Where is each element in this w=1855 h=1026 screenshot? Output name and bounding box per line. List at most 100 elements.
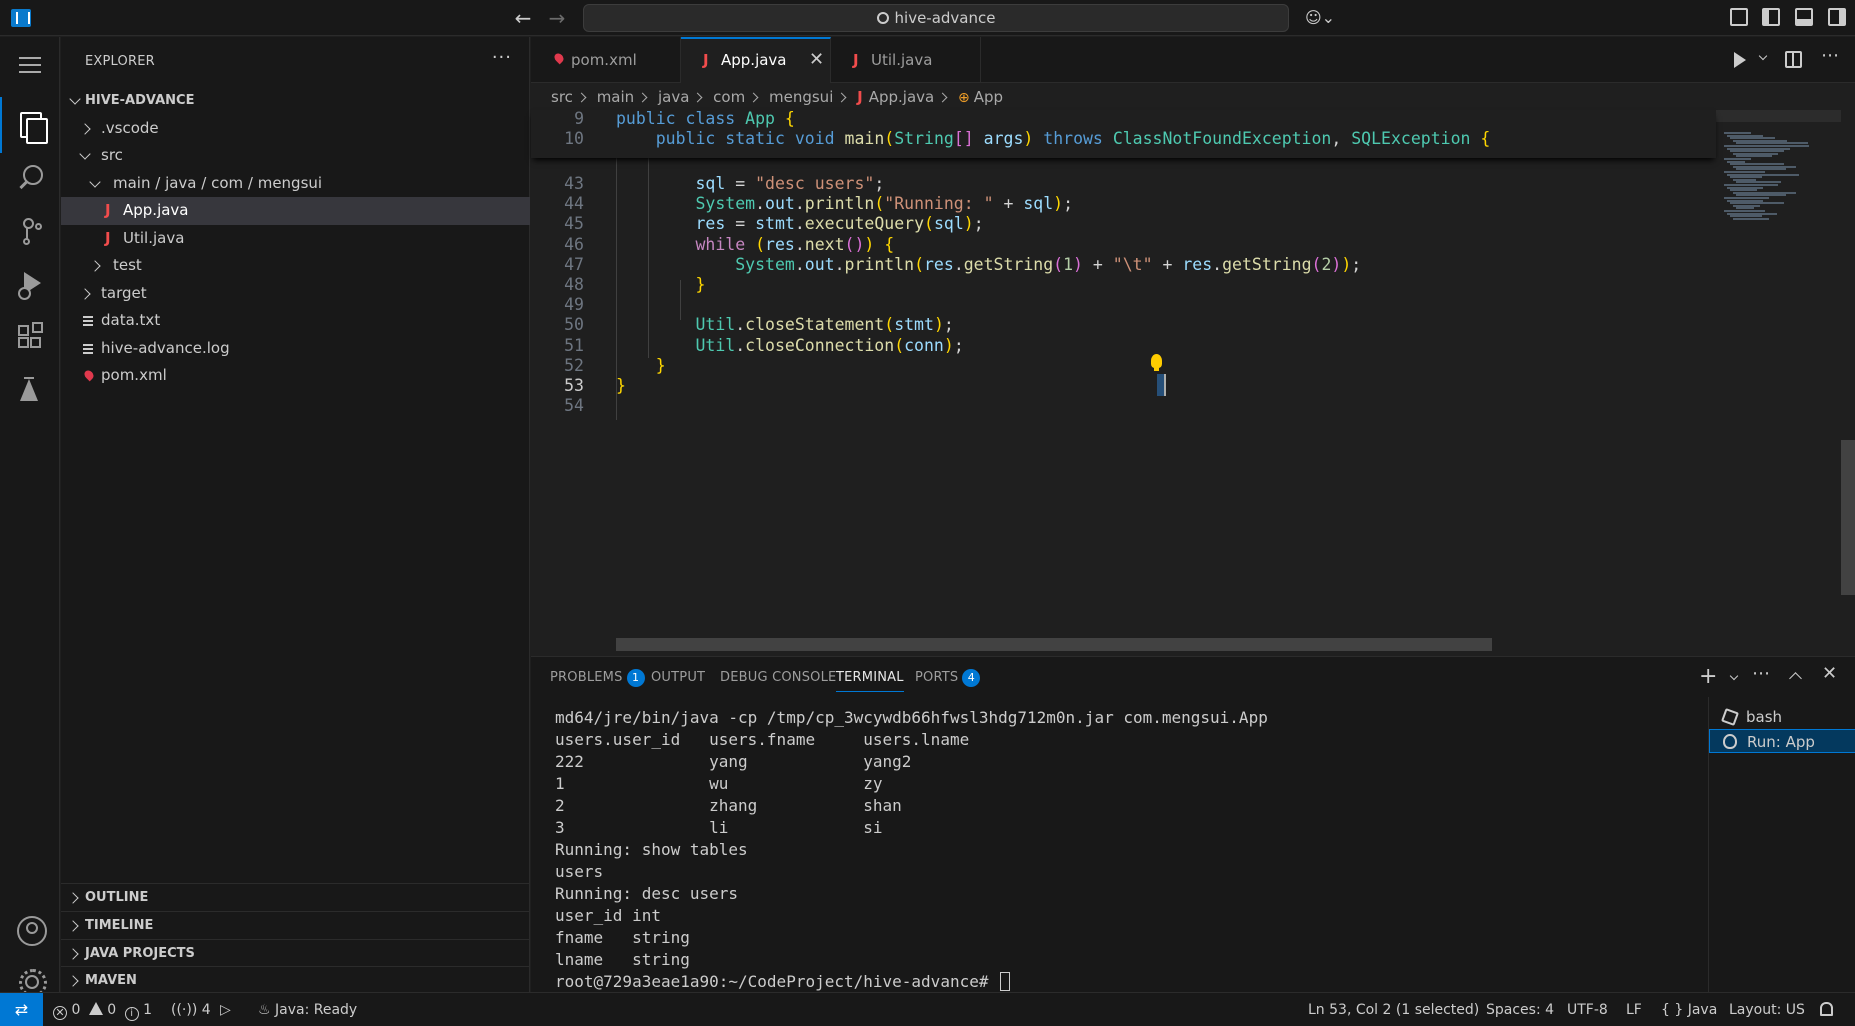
minimap-slider[interactable] <box>1716 110 1841 122</box>
extensions-icon <box>15 322 45 352</box>
lightbulb-icon[interactable] <box>1151 354 1162 371</box>
tab-terminal[interactable]: TERMINAL <box>836 668 904 692</box>
xml-icon <box>82 368 96 382</box>
line-ending[interactable]: LF <box>1626 993 1642 1026</box>
problems-status[interactable]: ✕ 0 0 i 1 <box>53 993 152 1026</box>
outline-section[interactable]: OUTLINE <box>61 883 530 911</box>
indent-guide <box>648 158 649 358</box>
search-icon <box>876 12 889 24</box>
tab-debug-console[interactable]: DEBUG CONSOLE <box>720 668 836 692</box>
more-actions-icon[interactable]: ⋯ <box>1821 45 1839 66</box>
back-arrow-icon[interactable]: ← <box>509 4 537 32</box>
chevron-down-icon[interactable] <box>1758 51 1768 61</box>
tree-item-hive-advance-log[interactable]: hive-advance.log <box>61 335 530 363</box>
indentation[interactable]: Spaces: 4 <box>1486 993 1554 1026</box>
text-file-icon <box>83 316 93 326</box>
error-icon: ✕ <box>53 1006 67 1020</box>
debug-status[interactable]: ▷ <box>220 993 231 1026</box>
language-mode[interactable]: { } Java <box>1661 993 1717 1026</box>
terminal-line: users <box>555 862 604 881</box>
sidebar-header: EXPLORER ··· <box>61 37 530 87</box>
timeline-section[interactable]: TIMELINE <box>61 911 530 939</box>
encoding[interactable]: UTF-8 <box>1567 993 1608 1026</box>
close-icon[interactable]: ✕ <box>809 39 824 81</box>
chevron-up-icon[interactable] <box>1789 672 1802 685</box>
keyboard-layout[interactable]: Layout: US <box>1729 993 1805 1026</box>
tree-item-main-java-com-mengsui[interactable]: main / java / com / mengsui <box>61 170 530 198</box>
tree-item-vscode[interactable]: .vscode <box>61 115 530 143</box>
maven-section[interactable]: MAVEN <box>61 966 530 994</box>
vertical-scrollbar-thumb[interactable] <box>1841 440 1855 595</box>
close-icon[interactable]: ✕ <box>1822 663 1837 684</box>
tree-item-src[interactable]: src <box>61 142 530 170</box>
customize-layout-icon[interactable] <box>1730 8 1748 26</box>
menu-button[interactable] <box>0 37 60 93</box>
tab-ports[interactable]: PORTS 4 <box>915 668 981 692</box>
minimap-line <box>1733 217 1769 220</box>
tab-util-java[interactable]: J Util.java <box>831 37 981 83</box>
testing-button[interactable] <box>0 362 60 418</box>
more-actions-icon[interactable]: ⋯ <box>1752 663 1770 684</box>
more-actions-icon[interactable]: ··· <box>492 47 512 68</box>
code-editor[interactable]: 9 public class App {10 public static void… <box>531 109 1716 685</box>
braces-icon: { } <box>1661 1002 1684 1018</box>
terminal-item-run-app[interactable]: Run: App <box>1709 729 1855 753</box>
toggle-panel-icon[interactable] <box>1795 8 1813 26</box>
explorer-button[interactable] <box>0 97 60 153</box>
tab-pom-xml[interactable]: pom.xml <box>531 37 681 83</box>
bell-icon[interactable] <box>1820 1002 1833 1016</box>
chevron-down-icon <box>89 175 101 188</box>
terminal-line: md64/jre/bin/java -cp /tmp/cp_3wcywdb66h… <box>555 708 1268 727</box>
bash-icon <box>1721 708 1739 726</box>
tree-item-label: target <box>101 283 147 302</box>
section-label: OUTLINE <box>85 890 149 905</box>
new-terminal-icon[interactable]: + <box>1699 664 1717 689</box>
command-center-label: hive-advance <box>894 9 996 27</box>
tree-item-pom-xml[interactable]: pom.xml <box>61 362 530 390</box>
tree-item-data-txt[interactable]: data.txt <box>61 307 530 335</box>
remote-indicator-icon[interactable]: ⇄ <box>0 993 43 1026</box>
run-debug-icon <box>15 269 45 300</box>
java-status[interactable]: ♨ Java: Ready <box>258 993 357 1026</box>
terminal-line: 2 zhang shan <box>555 796 902 815</box>
tree-item-label: .vscode <box>101 118 159 137</box>
forward-arrow-icon[interactable]: → <box>543 4 571 32</box>
tab-problems[interactable]: PROBLEMS 1 <box>550 668 645 692</box>
terminal-cursor <box>1000 972 1011 991</box>
tab-output[interactable]: OUTPUT <box>651 668 705 692</box>
search-button[interactable] <box>0 150 60 206</box>
source-control-button[interactable] <box>0 203 60 259</box>
xml-icon <box>552 51 566 65</box>
tab-label: App.java <box>721 51 787 69</box>
chevron-right-icon <box>79 122 91 135</box>
cursor-position[interactable]: Ln 53, Col 2 (1 selected) <box>1308 993 1479 1026</box>
split-editor-icon[interactable] <box>1785 51 1802 68</box>
chevron-right-icon <box>692 92 703 103</box>
tree-item-test[interactable]: test <box>61 252 530 280</box>
chevron-down-icon[interactable] <box>1729 671 1739 681</box>
tree-item-util-java[interactable]: J Util.java <box>61 225 530 253</box>
copilot-icon[interactable]: ☺⌄ <box>1305 6 1345 30</box>
java-projects-section[interactable]: JAVA PROJECTS <box>61 939 530 967</box>
vertical-scrollbar[interactable] <box>1841 110 1855 657</box>
run-icon[interactable] <box>1734 52 1746 68</box>
workspace-root[interactable]: HIVE-ADVANCE <box>61 87 530 115</box>
java-icon: J <box>105 201 111 219</box>
accounts-button[interactable] <box>0 901 60 957</box>
workspace-root-label: HIVE-ADVANCE <box>85 93 195 108</box>
command-center-search[interactable]: hive-advance <box>583 4 1289 32</box>
tab-app-java[interactable]: J App.java ✕ <box>681 37 831 83</box>
horizontal-scrollbar-thumb[interactable] <box>616 638 1492 651</box>
terminal-item-bash[interactable]: bash <box>1709 705 1855 729</box>
run-debug-button[interactable] <box>0 256 60 312</box>
tree-item-target[interactable]: target <box>61 280 530 308</box>
toggle-secondary-sidebar-icon[interactable] <box>1828 8 1846 26</box>
minimap[interactable] <box>1716 110 1841 657</box>
tree-item-app-java[interactable]: J App.java <box>61 197 530 225</box>
terminal-output[interactable]: md64/jre/bin/java -cp /tmp/cp_3wcywdb66h… <box>555 707 1695 991</box>
ports-status[interactable]: ((·)) 4 <box>171 993 211 1026</box>
status-bar: ⇄ ✕ 0 0 i 1 ((·)) 4 ▷ ♨ Java: Ready Ln 5… <box>0 992 1855 1026</box>
sticky-scroll[interactable]: 9 public class App {10 public static void… <box>531 109 1716 158</box>
extensions-button[interactable] <box>0 309 60 365</box>
toggle-sidebar-icon[interactable] <box>1762 8 1780 26</box>
